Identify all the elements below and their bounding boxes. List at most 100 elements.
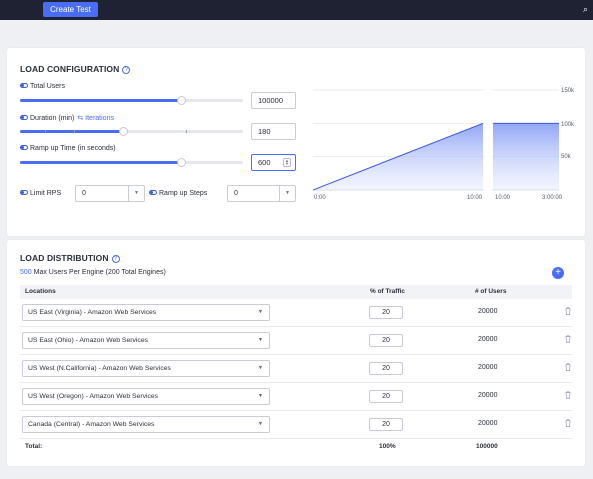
toggle-icon[interactable] xyxy=(20,83,28,88)
add-location-button[interactable]: + xyxy=(552,267,564,279)
ramp-up-slider-fill xyxy=(20,161,181,164)
y-tick-label: 50k xyxy=(561,154,571,160)
location-select[interactable]: US West (Oregon) - Amazon Web Services ▼ xyxy=(22,388,270,405)
search-icon[interactable]: ⌕ xyxy=(583,4,591,14)
total-label: Total: xyxy=(25,443,43,450)
load-chart-svg xyxy=(312,78,559,191)
table-row: US West (Oregon) - Amazon Web Services ▼ … xyxy=(20,383,572,411)
toggle-icon[interactable] xyxy=(20,145,28,150)
ramp-steps-select[interactable]: 0 ▼ xyxy=(227,185,296,202)
toggle-icon[interactable] xyxy=(20,115,28,120)
help-circle-icon[interactable]: ? xyxy=(111,255,120,263)
chevron-down-icon[interactable]: ▼ xyxy=(128,186,144,201)
panel-gap xyxy=(484,78,492,191)
total-users-slider[interactable] xyxy=(20,96,243,105)
total-users-slider-handle[interactable] xyxy=(176,96,186,105)
load-distribution-title: LOAD DISTRIBUTION? xyxy=(20,253,120,263)
users-value: 20000 xyxy=(478,336,498,343)
duration-slider[interactable] xyxy=(20,127,243,136)
chevron-down-icon[interactable]: ▼ xyxy=(258,417,263,432)
section-title-text: LOAD DISTRIBUTION xyxy=(20,253,109,263)
chevron-down-icon[interactable]: ▼ xyxy=(258,361,263,376)
toggle-icon[interactable] xyxy=(149,190,157,195)
x-tick-label: 3:00:00 xyxy=(542,195,563,201)
chevron-down-icon[interactable]: ▼ xyxy=(258,389,263,404)
ramp-up-label: Ramp up Time (in seconds) xyxy=(20,145,116,152)
trash-icon[interactable] xyxy=(565,363,571,371)
trash-icon[interactable] xyxy=(565,335,571,343)
traffic-input[interactable]: 20 xyxy=(369,306,403,319)
max-users-number: 500 xyxy=(20,269,32,276)
slider-tick xyxy=(186,130,187,133)
x-tick-label: 10:00 xyxy=(495,195,511,201)
traffic-input[interactable]: 20 xyxy=(369,418,403,431)
y-tick-label: 150k xyxy=(561,88,575,94)
table-row: US East (Virginia) - Amazon Web Services… xyxy=(20,299,572,327)
ramp-steps-label-text: Ramp up Steps xyxy=(159,190,208,197)
location-value: Canada (Central) - Amazon Web Services xyxy=(28,421,155,428)
ramp-steps-value: 0 xyxy=(234,190,238,197)
traffic-input[interactable]: 20 xyxy=(369,334,403,347)
total-users-slider-fill xyxy=(20,99,181,102)
trash-icon[interactable] xyxy=(565,307,571,315)
location-value: US West (N.California) - Amazon Web Serv… xyxy=(28,365,171,372)
location-select[interactable]: Canada (Central) - Amazon Web Services ▼ xyxy=(22,416,270,433)
users-value: 20000 xyxy=(478,308,498,315)
ramp-up-input[interactable]: 600 ▲ ▼ xyxy=(251,154,296,171)
duration-input[interactable]: 180 xyxy=(251,123,296,140)
ramp-up-slider-handle[interactable] xyxy=(176,158,186,167)
load-chart: 150k 100k 50k 0:00 10:00 10:00 3:00:00 xyxy=(312,78,581,208)
header-traffic: % of Traffic xyxy=(370,288,406,295)
location-select[interactable]: US West (N.California) - Amazon Web Serv… xyxy=(22,360,270,377)
ramp-up-label-text: Ramp up Time (in seconds) xyxy=(30,145,116,152)
x-tick-label: 0:00 xyxy=(314,195,326,201)
create-test-button[interactable]: Create Test xyxy=(43,2,98,17)
load-configuration-card: LOAD CONFIGURATION? Total Users 100000 D… xyxy=(7,48,585,236)
location-value: US West (Oregon) - Amazon Web Services xyxy=(28,393,159,400)
y-tick-label: 100k xyxy=(561,122,575,128)
max-users-note: 500 Max Users Per Engine (200 Total Engi… xyxy=(20,269,166,276)
duration-label: Duration (min) ⇆ Iterations xyxy=(20,114,114,122)
table-row: Canada (Central) - Amazon Web Services ▼ … xyxy=(20,411,572,439)
duration-slider-fill xyxy=(20,130,123,133)
ramp-up-slider[interactable] xyxy=(20,158,243,167)
header-locations: Locations xyxy=(25,288,56,295)
users-value: 20000 xyxy=(478,420,498,427)
chevron-down-icon[interactable]: ▼ xyxy=(279,186,295,201)
table-total-row: Total: 100% 100000 xyxy=(20,440,572,454)
chevron-down-icon[interactable]: ▼ xyxy=(258,333,263,348)
total-traffic: 100% xyxy=(379,443,396,450)
traffic-input[interactable]: 20 xyxy=(369,362,403,375)
ramp-up-value: 600 xyxy=(258,158,271,167)
users-value: 20000 xyxy=(478,392,498,399)
toggle-icon[interactable] xyxy=(20,190,28,195)
total-users-label-text: Total Users xyxy=(30,83,66,90)
limit-rps-value: 0 xyxy=(82,190,86,197)
total-users-input[interactable]: 100000 xyxy=(251,92,296,109)
total-users: 100000 xyxy=(476,443,498,450)
hold-area xyxy=(493,123,559,190)
duration-slider-handle[interactable] xyxy=(118,127,128,136)
table-row: US East (Ohio) - Amazon Web Services ▼ 20… xyxy=(20,327,572,355)
max-users-text: Max Users Per Engine (200 Total Engines) xyxy=(33,269,166,276)
slider-tick xyxy=(45,130,46,133)
x-tick-label: 10:00 xyxy=(467,195,483,201)
stepper-icon[interactable]: ▲ ▼ xyxy=(283,158,291,167)
trash-icon[interactable] xyxy=(565,419,571,427)
limit-rps-label-text: Limit RPS xyxy=(30,190,62,197)
limit-rps-label: Limit RPS xyxy=(20,190,61,197)
location-select[interactable]: US East (Ohio) - Amazon Web Services ▼ xyxy=(22,332,270,349)
ramp-steps-label: Ramp up Steps xyxy=(149,190,207,197)
limit-rps-select[interactable]: 0 ▼ xyxy=(75,185,145,202)
trash-icon[interactable] xyxy=(565,391,571,399)
location-select[interactable]: US East (Virginia) - Amazon Web Services… xyxy=(22,304,270,321)
traffic-input[interactable]: 20 xyxy=(369,390,403,403)
help-circle-icon[interactable]: ? xyxy=(122,66,131,74)
header-users: # of Users xyxy=(475,288,507,295)
top-bar: Create Test ⌕ xyxy=(0,0,593,20)
section-title-text: LOAD CONFIGURATION xyxy=(20,64,120,74)
chevron-down-icon[interactable]: ▼ xyxy=(258,305,263,320)
table-row: US West (N.California) - Amazon Web Serv… xyxy=(20,355,572,383)
iterations-link[interactable]: ⇆ Iterations xyxy=(77,115,114,122)
duration-label-text: Duration (min) xyxy=(30,115,75,122)
